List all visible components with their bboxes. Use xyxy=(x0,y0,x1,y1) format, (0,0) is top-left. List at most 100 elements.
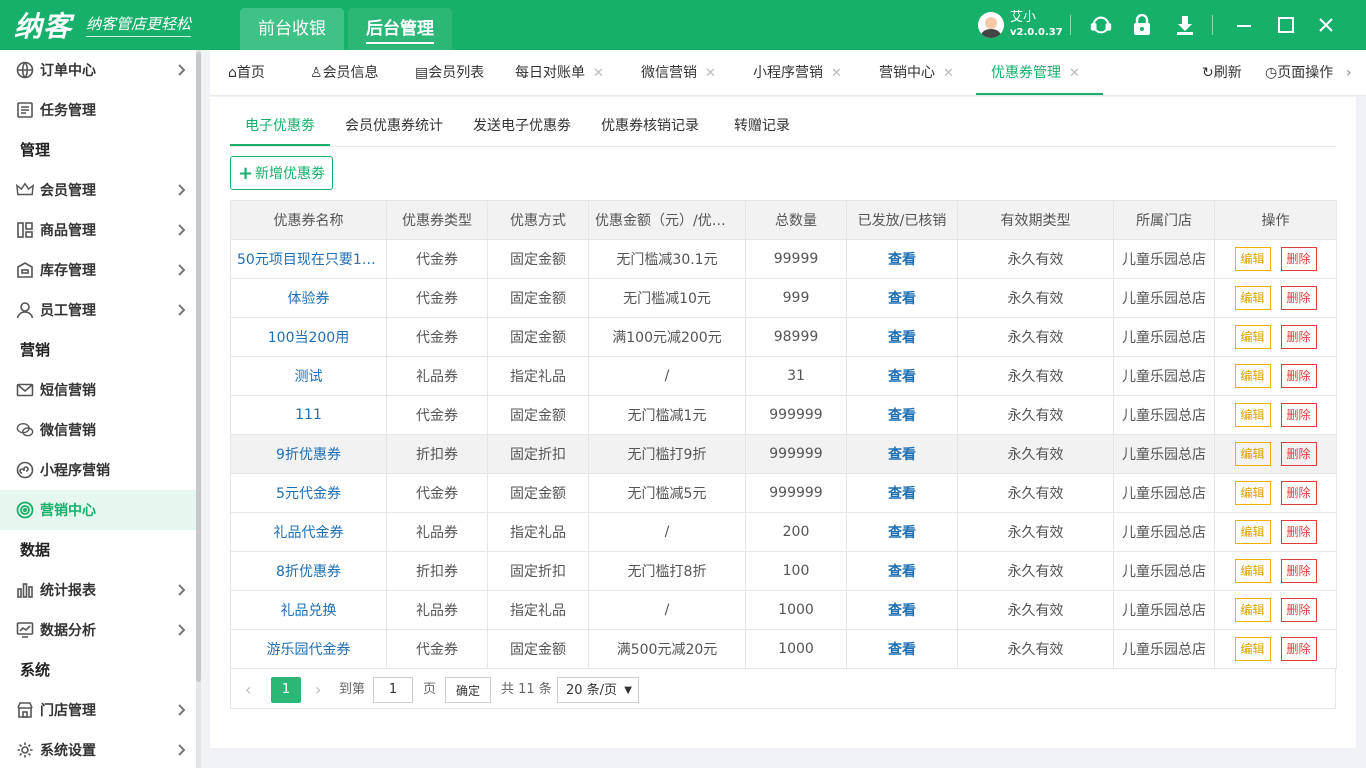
close-icon[interactable] xyxy=(1314,13,1338,37)
delete-button[interactable]: 删除 xyxy=(1280,286,1317,310)
delete-button[interactable]: 删除 xyxy=(1280,598,1317,622)
lock-icon[interactable] xyxy=(1130,13,1154,37)
page-operations-button[interactable]: ◷页面操作 xyxy=(1265,50,1333,96)
table-row[interactable]: 游乐园代金券 代金券 固定金额 满500元减20元 1000 查看 永久有效 儿童乐园总店 编辑… xyxy=(230,629,1337,669)
coupon-name-link[interactable]: 体验券 xyxy=(230,278,387,318)
tab-close-icon[interactable]: ✕ xyxy=(943,66,954,81)
delete-button[interactable]: 删除 xyxy=(1280,481,1317,505)
download-icon[interactable] xyxy=(1173,13,1197,37)
sidebar-scrollbar-thumb[interactable] xyxy=(196,52,201,682)
delete-button[interactable]: 删除 xyxy=(1280,442,1317,466)
page-size-select[interactable]: 20 条/页 ▼ xyxy=(557,677,639,703)
page-tab[interactable]: ♙会员信息 xyxy=(310,50,379,96)
page-tab[interactable]: ⌂首页 xyxy=(228,50,265,96)
page-tab[interactable]: ▤会员列表 xyxy=(415,50,484,96)
delete-button[interactable]: 删除 xyxy=(1280,364,1317,388)
subtab-e-coupons[interactable]: 电子优惠劵 xyxy=(245,107,315,146)
coupon-name-link[interactable]: 111 xyxy=(230,395,387,435)
next-page-icon[interactable]: › xyxy=(315,677,321,703)
page-tab[interactable]: 营销中心 ✕ xyxy=(879,50,954,96)
table-row[interactable]: 5元代金券 代金券 固定金额 无门槛减5元 999999 查看 永久有效 儿童乐园总店 编辑 删除 xyxy=(230,473,1337,513)
maximize-icon[interactable] xyxy=(1274,13,1298,37)
sidebar-item[interactable]: 任务管理 xyxy=(0,90,196,130)
view-issued-link[interactable]: 查看 xyxy=(846,473,958,513)
subtab-redeem-records[interactable]: 优惠券核销记录 xyxy=(601,107,699,146)
edit-button[interactable]: 编辑 xyxy=(1234,442,1271,466)
edit-button[interactable]: 编辑 xyxy=(1234,286,1271,310)
coupon-name-link[interactable]: 5元代金券 xyxy=(230,473,387,513)
coupon-name-link[interactable]: 礼品代金券 xyxy=(230,512,387,552)
minimize-icon[interactable] xyxy=(1232,13,1256,37)
table-row[interactable]: 9折优惠券 折扣券 固定折扣 无门槛打9折 999999 查看 永久有效 儿童乐园总店 编辑 删除 xyxy=(230,434,1337,474)
customer-service-icon[interactable] xyxy=(1089,13,1113,37)
edit-button[interactable]: 编辑 xyxy=(1234,403,1271,427)
page-number-current[interactable]: 1 xyxy=(271,677,301,703)
sidebar-item[interactable]: 商品管理 xyxy=(0,210,196,250)
sidebar-item[interactable]: 员工管理 xyxy=(0,290,196,330)
view-issued-link[interactable]: 查看 xyxy=(846,551,958,591)
user-menu[interactable]: 艾小 v2.0.0.37 xyxy=(978,10,1063,40)
coupon-name-link[interactable]: 50元项目现在只要19.... xyxy=(230,239,387,279)
page-tab[interactable]: 小程序营销 ✕ xyxy=(753,50,842,96)
edit-button[interactable]: 编辑 xyxy=(1234,247,1271,271)
sidebar-item[interactable]: 门店管理 xyxy=(0,690,196,730)
subtab-member-coupon-stats[interactable]: 会员优惠券统计 xyxy=(345,107,443,146)
coupon-name-link[interactable]: 9折优惠券 xyxy=(230,434,387,474)
view-issued-link[interactable]: 查看 xyxy=(846,434,958,474)
delete-button[interactable]: 删除 xyxy=(1280,403,1317,427)
view-issued-link[interactable]: 查看 xyxy=(846,395,958,435)
tab-front-cashier[interactable]: 前台收银 xyxy=(240,8,344,50)
edit-button[interactable]: 编辑 xyxy=(1234,520,1271,544)
page-tab[interactable]: 每日对账单 ✕ xyxy=(515,50,604,96)
tab-close-icon[interactable]: ✕ xyxy=(1069,66,1080,81)
edit-button[interactable]: 编辑 xyxy=(1234,481,1271,505)
view-issued-link[interactable]: 查看 xyxy=(846,239,958,279)
view-issued-link[interactable]: 查看 xyxy=(846,278,958,318)
view-issued-link[interactable]: 查看 xyxy=(846,590,958,630)
edit-button[interactable]: 编辑 xyxy=(1234,559,1271,583)
edit-button[interactable]: 编辑 xyxy=(1234,364,1271,388)
sidebar-item[interactable]: 短信营销 xyxy=(0,370,196,410)
edit-button[interactable]: 编辑 xyxy=(1234,598,1271,622)
subtab-transfer-records[interactable]: 转赠记录 xyxy=(734,107,790,146)
sidebar-item[interactable]: 订单中心 xyxy=(0,50,196,90)
table-row[interactable]: 8折优惠券 折扣券 固定折扣 无门槛打8折 100 查看 永久有效 儿童乐园总店 编辑 删除 xyxy=(230,551,1337,591)
coupon-name-link[interactable]: 测试 xyxy=(230,356,387,396)
delete-button[interactable]: 删除 xyxy=(1280,247,1317,271)
sidebar-item[interactable]: 数据分析 xyxy=(0,610,196,650)
sidebar-item[interactable]: 系统设置 xyxy=(0,730,196,768)
coupon-name-link[interactable]: 游乐园代金券 xyxy=(230,629,387,669)
table-row[interactable]: 礼品代金券 礼品券 指定礼品/200 查看 永久有效 儿童乐园总店 编辑 删除 xyxy=(230,512,1337,552)
table-row[interactable]: 体验券 代金券 固定金额 无门槛减10元 999 查看 永久有效 儿童乐园总店 编辑 删除 xyxy=(230,278,1337,318)
page-tab[interactable]: 优惠券管理 ✕ xyxy=(991,50,1080,96)
coupon-name-link[interactable]: 100当200用 xyxy=(230,317,387,357)
sidebar-item[interactable]: 统计报表 xyxy=(0,570,196,610)
delete-button[interactable]: 删除 xyxy=(1280,637,1317,661)
add-coupon-button[interactable]: + 新增优惠劵 xyxy=(230,156,333,190)
page-tab[interactable]: 微信营销 ✕ xyxy=(641,50,716,96)
table-row[interactable]: 100当200用 代金券 固定金额 满100元减200元 98999 查看 永久有效 儿童乐园… xyxy=(230,317,1337,357)
view-issued-link[interactable]: 查看 xyxy=(846,317,958,357)
sidebar-item[interactable]: 小程序营销 xyxy=(0,450,196,490)
prev-page-icon[interactable]: ‹ xyxy=(245,677,251,703)
table-row[interactable]: 111 代金券 固定金额 无门槛减1元 999999 查看 永久有效 儿童乐园总店 编辑 删除 xyxy=(230,395,1337,435)
chevron-right-icon[interactable]: › xyxy=(1346,50,1352,96)
tab-close-icon[interactable]: ✕ xyxy=(831,66,842,81)
subtab-send-e-coupon[interactable]: 发送电子优惠劵 xyxy=(473,107,571,146)
coupon-name-link[interactable]: 8折优惠券 xyxy=(230,551,387,591)
sidebar-item[interactable]: 会员管理 xyxy=(0,170,196,210)
delete-button[interactable]: 删除 xyxy=(1280,520,1317,544)
refresh-button[interactable]: ↻刷新 xyxy=(1202,50,1242,96)
delete-button[interactable]: 删除 xyxy=(1280,559,1317,583)
tab-close-icon[interactable]: ✕ xyxy=(705,66,716,81)
table-row[interactable]: 礼品兑换 礼品券 指定礼品/1000 查看 永久有效 儿童乐园总店 编辑 删除 xyxy=(230,590,1337,630)
page-jump-input[interactable] xyxy=(373,677,413,703)
delete-button[interactable]: 删除 xyxy=(1280,325,1317,349)
edit-button[interactable]: 编辑 xyxy=(1234,325,1271,349)
view-issued-link[interactable]: 查看 xyxy=(846,629,958,669)
edit-button[interactable]: 编辑 xyxy=(1234,637,1271,661)
table-row[interactable]: 测试 礼品券 指定礼品/31 查看 永久有效 儿童乐园总店 编辑 删除 xyxy=(230,356,1337,396)
sidebar-item[interactable]: 库存管理 xyxy=(0,250,196,290)
tab-close-icon[interactable]: ✕ xyxy=(593,66,604,81)
view-issued-link[interactable]: 查看 xyxy=(846,356,958,396)
